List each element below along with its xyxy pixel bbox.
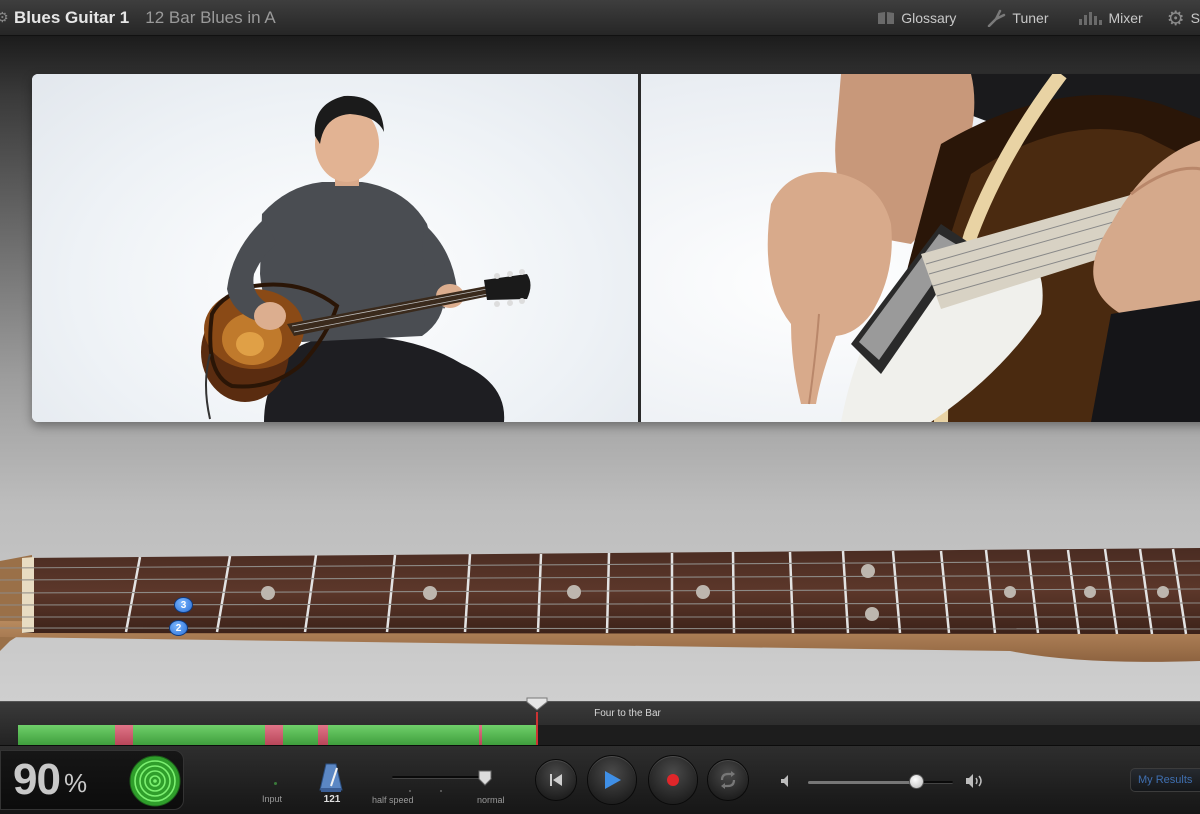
- gear-icon: ⚙: [1166, 7, 1185, 30]
- progress-track[interactable]: [18, 725, 1200, 745]
- playhead-handle[interactable]: [526, 697, 548, 711]
- record-button[interactable]: [648, 755, 698, 805]
- video-close-up: [641, 74, 1200, 422]
- my-results-button[interactable]: My Results: [1130, 768, 1200, 792]
- settings-button[interactable]: ⚙ S: [1167, 6, 1200, 31]
- missed-note-mark: [265, 725, 284, 745]
- playhead-line: [536, 712, 538, 746]
- score-display: 90 %: [0, 750, 184, 810]
- lesson-stage: 3 2: [0, 36, 1200, 701]
- play-button[interactable]: [587, 755, 637, 805]
- video-panel[interactable]: [32, 74, 1200, 422]
- score-value: 90: [13, 755, 61, 804]
- glossary-button[interactable]: Glossary: [877, 10, 956, 26]
- lesson-title: Blues Guitar 1: [14, 7, 130, 27]
- hands-closeup-illustration: [767, 74, 1200, 422]
- book-icon: [877, 11, 895, 25]
- speed-tick: [440, 790, 442, 792]
- missed-note-mark: [478, 725, 482, 745]
- glossary-label: Glossary: [901, 10, 957, 26]
- rewind-button[interactable]: [535, 759, 577, 801]
- speed-slider-thumb[interactable]: [478, 770, 492, 786]
- lesson-subtitle: 12 Bar Blues in A: [145, 7, 276, 27]
- settings-label: S: [1190, 10, 1200, 26]
- video-wide-shot: [32, 74, 638, 422]
- score-unit: %: [63, 767, 88, 798]
- metronome-tempo: 121: [323, 794, 341, 805]
- gear-icon[interactable]: ⚙: [0, 9, 12, 26]
- tuner-button[interactable]: Tuner: [986, 9, 1048, 27]
- tuner-label: Tuner: [1012, 10, 1049, 26]
- input-label: Input: [262, 794, 283, 804]
- missed-note-mark: [114, 725, 133, 745]
- finger-marker-label: 3: [180, 600, 187, 611]
- control-bar: 90 % Input 121 half speed normal My Resu…: [0, 745, 1200, 814]
- finger-marker-label: 2: [175, 623, 182, 634]
- skip-back-icon: [550, 774, 562, 786]
- loop-button[interactable]: [707, 759, 749, 801]
- tuning-fork-icon: [986, 9, 1006, 27]
- guitarist-illustration: [201, 95, 531, 422]
- finger-marker: 2: [169, 620, 188, 636]
- mixer-button[interactable]: Mixer: [1078, 10, 1143, 26]
- speed-slider-track[interactable]: [392, 776, 492, 779]
- play-icon: [605, 771, 621, 789]
- normal-speed-label: normal: [477, 795, 505, 805]
- missed-note-mark: [318, 725, 329, 745]
- input-level-indicator: [274, 782, 277, 785]
- title-bar: ⚙ Blues Guitar 1 12 Bar Blues in A Gloss…: [0, 0, 1200, 36]
- mixer-icon: [1078, 10, 1103, 26]
- volume-high-icon: [966, 774, 982, 788]
- fretboard: 3 2: [0, 541, 1200, 671]
- top-navigation: Glossary Tuner Mixer ⚙ S: [847, 0, 1200, 36]
- metronome-icon[interactable]: [318, 762, 344, 794]
- speed-tick: [409, 790, 411, 792]
- record-icon: [667, 774, 679, 786]
- mixer-label: Mixer: [1108, 10, 1143, 26]
- volume-slider-thumb[interactable]: [908, 774, 924, 789]
- song-timeline[interactable]: Four to the Bar: [0, 701, 1200, 746]
- half-speed-label: half speed: [372, 795, 414, 805]
- volume-slider-fill: [808, 781, 917, 784]
- volume-low-icon: [781, 775, 788, 787]
- finger-marker: 3: [174, 597, 193, 613]
- section-label: Four to the Bar: [594, 708, 661, 719]
- loop-icon: [720, 771, 736, 789]
- score-rings-icon: [129, 755, 181, 807]
